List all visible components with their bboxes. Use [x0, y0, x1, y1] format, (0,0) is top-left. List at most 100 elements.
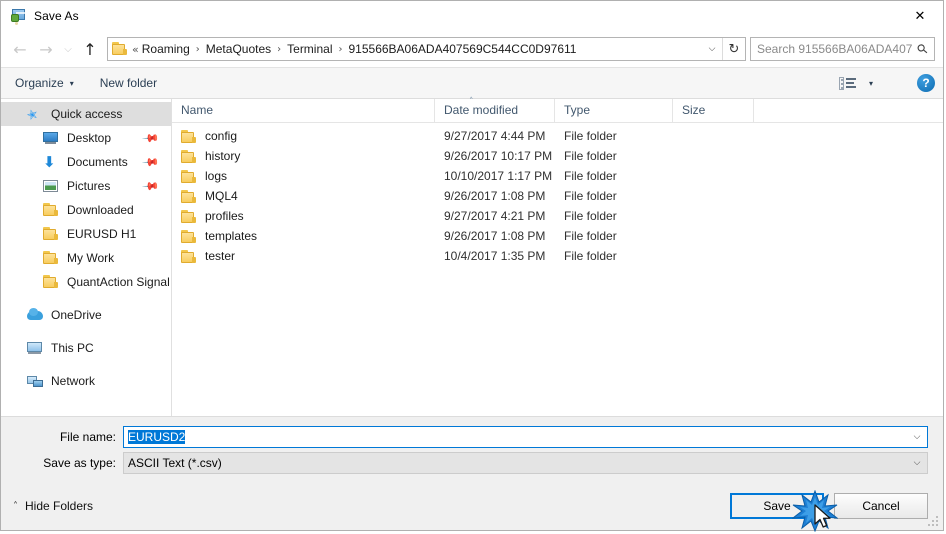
change-view-button[interactable]: ▾ [838, 76, 873, 90]
pin-icon: 📌 [141, 176, 160, 196]
folder-icon [181, 189, 197, 203]
column-header-name[interactable]: Name [172, 99, 435, 122]
new-folder-button[interactable]: New folder [100, 76, 157, 90]
new-folder-label: New folder [99, 76, 158, 90]
recent-locations-button[interactable]: ⌵ [59, 36, 77, 62]
sidebar-item-label: Downloaded [67, 203, 134, 217]
folder-icon [43, 202, 60, 218]
column-header-type[interactable]: Type [555, 99, 673, 122]
sidebar-item-downloaded[interactable]: Downloaded [1, 198, 171, 222]
breadcrumb-item-terminal-id[interactable]: 915566BA06ADA407569C544CC0D97611 [348, 42, 578, 56]
folder-icon [43, 274, 60, 290]
file-date-cell: 9/27/2017 4:21 PM [444, 209, 546, 223]
file-date-cell: 9/26/2017 1:08 PM [444, 189, 546, 203]
save-button[interactable]: Save [730, 493, 824, 519]
up-button[interactable]: ↑ [77, 36, 103, 62]
sidebar-item-quantaction-signal[interactable]: QuantAction Signal [1, 270, 171, 294]
table-row[interactable]: profiles 9/27/2017 4:21 PM File folder [172, 206, 943, 226]
sidebar-item-network[interactable]: Network [1, 369, 171, 393]
title-bar: Save As ✕ [1, 1, 943, 31]
hide-folders-button[interactable]: ˄ Hide Folders [13, 499, 93, 513]
address-bar[interactable]: « Roaming › MetaQuotes › Terminal › 9155… [107, 37, 746, 61]
file-name-value: EURUSD2 [128, 430, 186, 444]
navigation-bar: ← → ⌵ ↑ « Roaming › MetaQuotes › Termina… [1, 31, 943, 67]
sidebar-item-label: QuantAction Signal [67, 275, 170, 289]
search-placeholder: Search 915566BA06ADA40756... [757, 42, 912, 56]
sidebar-item-quick-access[interactable]: ✭ Quick access [1, 102, 171, 126]
picture-icon [43, 179, 60, 194]
file-name-input[interactable]: EURUSD2 ⌵ [123, 426, 928, 448]
sidebar-item-eurusd-h1[interactable]: EURUSD H1 [1, 222, 171, 246]
chevron-up-icon: ˄ [13, 500, 18, 512]
file-type-cell: File folder [564, 149, 617, 163]
search-input[interactable]: Search 915566BA06ADA40756... ⚲ [750, 37, 935, 61]
file-name-label: logs [205, 169, 228, 183]
sidebar-item-my-work[interactable]: My Work [1, 246, 171, 270]
breadcrumb: « Roaming › MetaQuotes › Terminal › 9155… [132, 42, 702, 56]
table-row[interactable]: config 9/27/2017 4:44 PM File folder [172, 126, 943, 146]
refresh-icon[interactable]: ↻ [723, 38, 745, 60]
sort-ascending-icon: ˄ [469, 97, 474, 107]
file-name-cell: tester [172, 249, 435, 263]
sidebar-item-documents[interactable]: ⬇ Documents 📌 [1, 150, 171, 174]
forward-button[interactable]: → [33, 36, 59, 62]
address-dropdown-icon[interactable]: ⌵ [702, 38, 722, 60]
breadcrumb-overflow-icon[interactable]: « [132, 43, 139, 56]
save-as-type-row: Save as type: ASCII Text (*.csv) ⌵ [1, 452, 943, 474]
table-row[interactable]: templates 9/26/2017 1:08 PM File folder [172, 226, 943, 246]
breadcrumb-item-roaming[interactable]: Roaming [141, 42, 191, 56]
command-bar: Organize ▾ New folder ▾ ? [1, 67, 943, 99]
save-as-type-select[interactable]: ASCII Text (*.csv) ⌵ [123, 452, 928, 474]
file-type-cell: File folder [564, 229, 617, 243]
sidebar-item-onedrive[interactable]: OneDrive [1, 303, 171, 327]
sidebar-item-desktop[interactable]: Desktop 📌 [1, 126, 171, 150]
sidebar-item-label: Quick access [51, 107, 123, 121]
file-date-cell: 9/27/2017 4:44 PM [444, 129, 546, 143]
hide-folders-label: Hide Folders [25, 499, 94, 513]
dialog-button-bar: ˄ Hide Folders Save Cancel [1, 482, 943, 530]
folder-icon [181, 149, 197, 163]
navigation-pane: ✭ Quick access Desktop 📌 ⬇ Documents 📌 P… [1, 99, 172, 416]
folder-icon [181, 169, 197, 183]
file-name-cell: MQL4 [172, 189, 435, 203]
chevron-down-icon[interactable]: ⌵ [907, 432, 927, 442]
network-icon [27, 374, 44, 389]
file-type-cell: File folder [564, 249, 617, 263]
window-title: Save As [34, 9, 79, 23]
sidebar-item-label: This PC [51, 341, 94, 355]
file-name-cell: logs [172, 169, 435, 183]
column-header-size[interactable]: Size [673, 99, 754, 122]
chevron-down-icon[interactable]: ⌵ [907, 458, 927, 468]
sidebar-item-pictures[interactable]: Pictures 📌 [1, 174, 171, 198]
table-row[interactable]: MQL4 9/26/2017 1:08 PM File folder [172, 186, 943, 206]
help-button[interactable]: ? [917, 74, 935, 92]
table-row[interactable]: logs 10/10/2017 1:17 PM File folder [172, 166, 943, 186]
table-row[interactable]: tester 10/4/2017 1:35 PM File folder [172, 246, 943, 266]
column-header-date-modified[interactable]: Date modified [435, 99, 555, 122]
cancel-button[interactable]: Cancel [834, 493, 928, 519]
table-row[interactable]: history 9/26/2017 10:17 PM File folder [172, 146, 943, 166]
view-list-icon [838, 76, 856, 90]
sidebar-item-label: Desktop [67, 131, 112, 145]
back-button[interactable]: ← [7, 36, 33, 62]
breadcrumb-item-metaquotes[interactable]: MetaQuotes [205, 42, 272, 56]
breadcrumb-separator-icon: › [277, 43, 282, 55]
file-list-pane: Name Date modified Type Size ˄ config 9/… [172, 97, 943, 416]
folder-icon [181, 129, 197, 143]
sidebar-item-label: My Work [67, 251, 115, 265]
file-date-cell: 9/26/2017 1:08 PM [444, 229, 546, 243]
file-date-cell: 10/10/2017 1:17 PM [444, 169, 553, 183]
sidebar-item-label: Documents [67, 155, 128, 169]
chevron-down-icon: ▾ [868, 78, 873, 88]
sidebar-item-this-pc[interactable]: This PC [1, 336, 171, 360]
resize-grip[interactable] [928, 516, 939, 527]
dialog-body: ✭ Quick access Desktop 📌 ⬇ Documents 📌 P… [1, 97, 943, 416]
breadcrumb-item-terminal[interactable]: Terminal [286, 42, 333, 56]
close-icon[interactable]: ✕ [897, 1, 943, 31]
save-as-type-label: Save as type: [43, 456, 116, 470]
file-name-cell: config [172, 129, 435, 143]
organize-button[interactable]: Organize ▾ [15, 76, 74, 90]
file-type-cell: File folder [564, 189, 617, 203]
